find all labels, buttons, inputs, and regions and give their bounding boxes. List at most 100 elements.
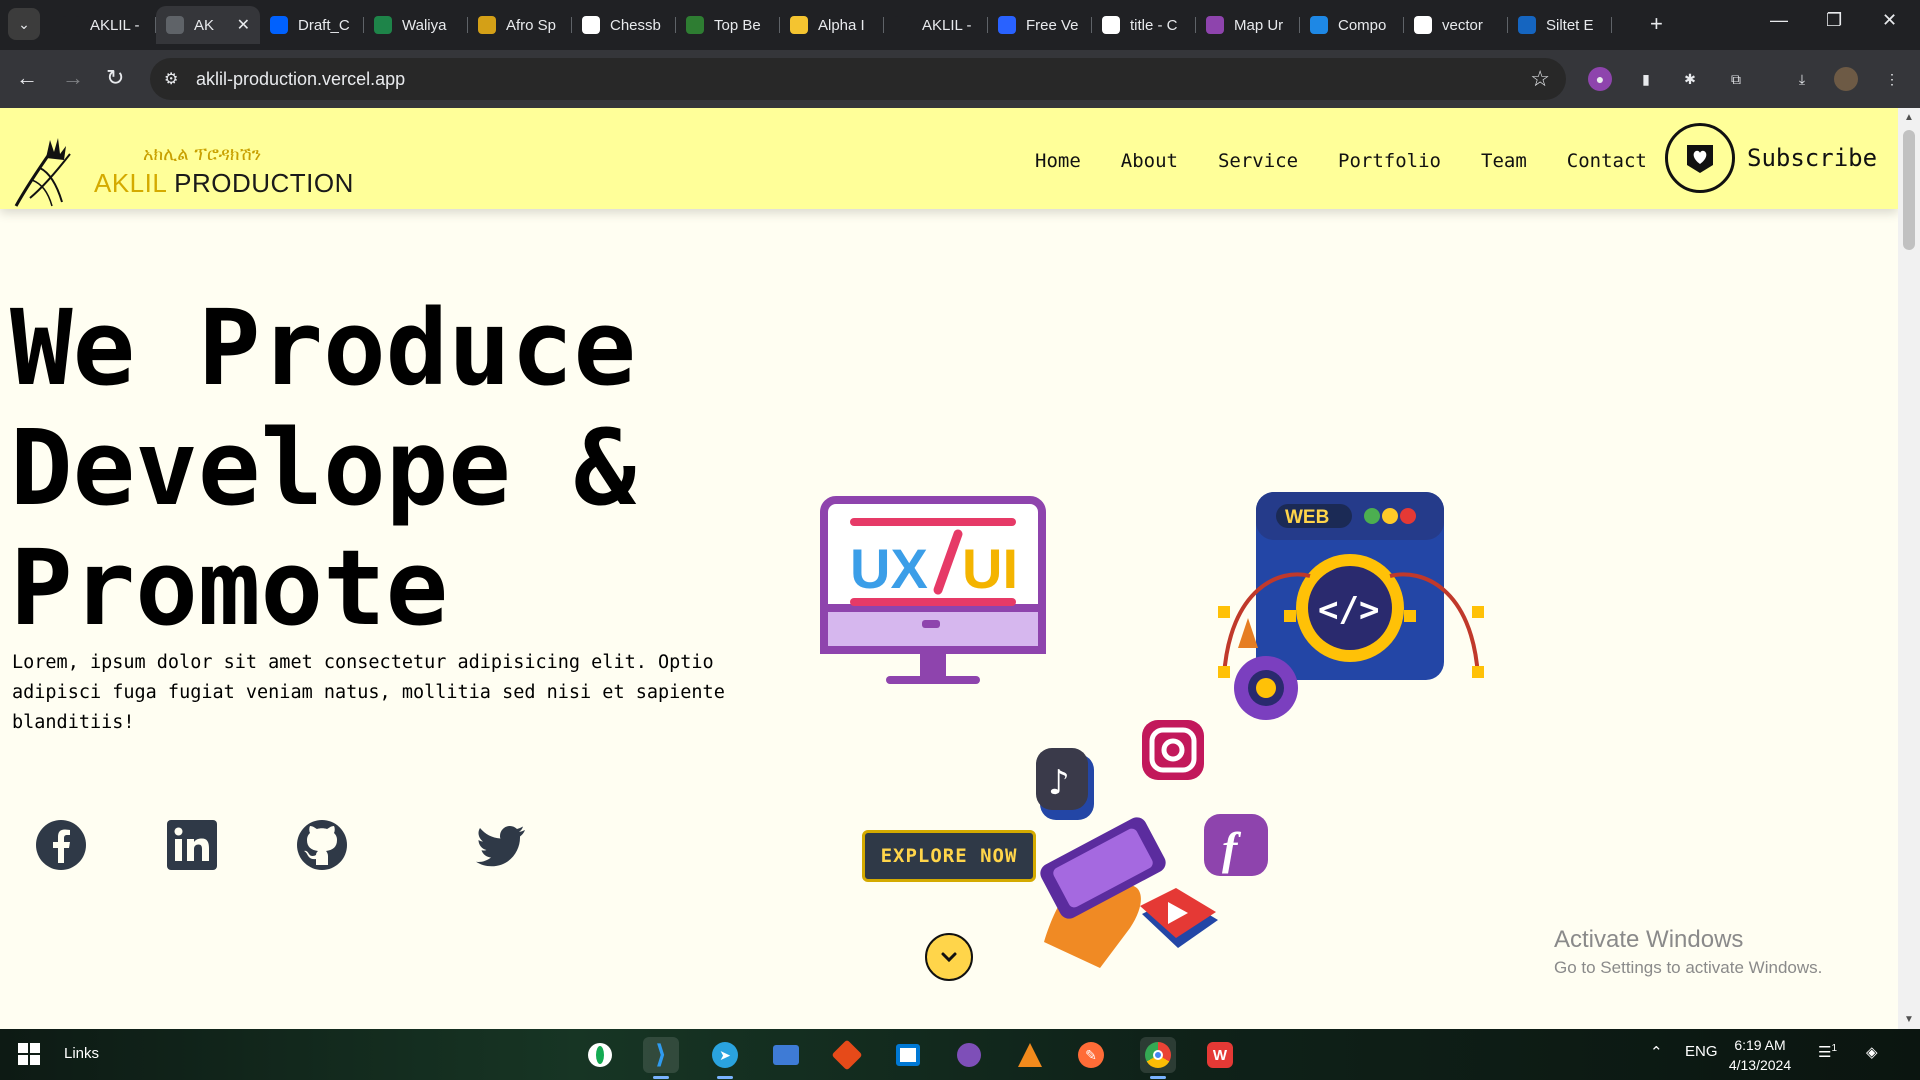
tab-search-button[interactable]: ⌄ xyxy=(8,8,40,40)
ux-ui-monitor-icon: UX UI xyxy=(820,496,1046,684)
extension-mouse-icon[interactable]: ▮ xyxy=(1634,67,1658,91)
nav-service[interactable]: Service xyxy=(1218,150,1298,172)
brand-name[interactable]: AKLIL PRODUCTION xyxy=(94,168,354,199)
minimize-button[interactable]: — xyxy=(1770,10,1788,31)
tab-title: AKLIL - xyxy=(922,16,972,34)
close-window-button[interactable]: ✕ xyxy=(1882,10,1897,31)
copilot-icon[interactable]: ◈ xyxy=(1866,1043,1878,1061)
profile-avatar[interactable] xyxy=(1834,67,1858,91)
plus-icon: + xyxy=(1650,11,1663,36)
restore-button[interactable]: ❐ xyxy=(1826,10,1842,31)
taskbar-clock[interactable]: 6:19 AM 4/13/2024 xyxy=(1720,1035,1800,1075)
browser-tab[interactable]: Chessb xyxy=(572,6,676,44)
forward-button[interactable]: → xyxy=(62,64,84,92)
explore-now-button[interactable]: EXPLORE NOW xyxy=(862,830,1036,882)
tab-favicon-icon xyxy=(1518,16,1536,34)
download-icon[interactable]: ⤓ xyxy=(1790,67,1814,91)
scroll-down-button[interactable] xyxy=(925,933,973,981)
nav-team[interactable]: Team xyxy=(1481,150,1527,172)
tab-favicon-icon xyxy=(1206,16,1224,34)
notification-count: 1 xyxy=(1831,1043,1838,1054)
crown-feather-logo[interactable] xyxy=(12,128,74,208)
nav-home[interactable]: Home xyxy=(1035,150,1081,172)
new-tab-button[interactable]: + xyxy=(1650,12,1663,36)
tray-overflow-chevron-icon[interactable]: ⌃ xyxy=(1650,1043,1663,1061)
subscribe-button[interactable]: Subscribe xyxy=(1665,123,1877,193)
extensions-puzzle-icon[interactable]: ⧉ xyxy=(1724,67,1748,91)
tab-close-icon[interactable]: ✕ xyxy=(237,15,250,35)
reload-button[interactable]: ↻ xyxy=(106,64,124,92)
windows-start-icon[interactable] xyxy=(18,1043,40,1065)
taskbar-app-store-icon[interactable] xyxy=(890,1037,926,1073)
browser-tab[interactable]: Draft_C xyxy=(260,6,364,44)
browser-tab[interactable]: Afro Sp xyxy=(468,6,572,44)
clock-date: 4/13/2024 xyxy=(1728,1057,1792,1073)
page-viewport: አክሊል ፕሮዳክሽን AKLIL PRODUCTION Home About … xyxy=(0,108,1898,1029)
nav-about[interactable]: About xyxy=(1121,150,1178,172)
browser-tab[interactable]: Map Ur xyxy=(1196,6,1300,44)
taskbar-app-chrome-icon[interactable] xyxy=(1140,1037,1176,1079)
github-icon[interactable] xyxy=(296,819,348,871)
taskbar-app-git-icon[interactable] xyxy=(829,1037,865,1073)
brand-name-part1: AKLIL xyxy=(94,168,167,198)
browser-tab[interactable]: Top Be xyxy=(676,6,780,44)
scrollbar-thumb[interactable] xyxy=(1903,130,1915,250)
tab-title: Draft_C xyxy=(298,16,350,34)
taskbar-app-vscode-icon[interactable]: ⟩ xyxy=(643,1037,679,1079)
links-toolbar-label[interactable]: Links xyxy=(64,1045,99,1062)
tab-title: Afro Sp xyxy=(506,16,557,34)
tab-title: Free Ve xyxy=(1026,16,1078,34)
nav-contact[interactable]: Contact xyxy=(1567,150,1647,172)
tab-title: Alpha I xyxy=(818,16,865,34)
linkedin-icon[interactable] xyxy=(166,819,218,871)
tray-language[interactable]: ENG xyxy=(1685,1043,1718,1060)
scroll-up-arrow-icon[interactable]: ▲ xyxy=(1904,112,1914,123)
nav-portfolio[interactable]: Portfolio xyxy=(1338,150,1441,172)
browser-tab[interactable]: Waliya xyxy=(364,6,468,44)
tab-favicon-icon xyxy=(1310,16,1328,34)
brand-name-part2: PRODUCTION xyxy=(174,168,354,198)
tab-favicon-icon xyxy=(62,16,80,34)
web-label: WEB xyxy=(1285,507,1329,528)
browser-tab[interactable]: Free Ve xyxy=(988,6,1092,44)
tab-title: vector xyxy=(1442,16,1483,34)
bookmark-star-icon[interactable]: ☆ xyxy=(1530,66,1550,92)
activate-windows-subtitle: Go to Settings to activate Windows. xyxy=(1554,958,1823,977)
browser-tab[interactable]: AK ✕ xyxy=(156,6,260,44)
url-text: aklil-production.vercel.app xyxy=(196,69,406,89)
browser-tab[interactable]: Siltet E xyxy=(1508,6,1612,44)
scroll-down-arrow-icon[interactable]: ▼ xyxy=(1904,1014,1914,1025)
tab-title: Compo xyxy=(1338,16,1387,34)
browser-tab[interactable]: Alpha I xyxy=(780,6,884,44)
browser-tab[interactable]: AKLIL - xyxy=(52,6,156,44)
site-info-icon[interactable]: ⚙ xyxy=(164,69,178,89)
tab-favicon-icon xyxy=(166,16,184,34)
site-header: አክሊል ፕሮዳክሽን AKLIL PRODUCTION Home About … xyxy=(0,108,1898,209)
extension-bug-icon[interactable]: ✱ xyxy=(1678,67,1702,91)
twitter-icon[interactable] xyxy=(476,819,528,871)
address-bar[interactable]: ⚙ aklil-production.vercel.app ☆ xyxy=(150,58,1566,100)
browser-tab[interactable]: title - C xyxy=(1092,6,1196,44)
taskbar-app-tor-icon[interactable] xyxy=(951,1037,987,1073)
taskbar-app-wps-icon[interactable]: W xyxy=(1202,1037,1238,1073)
fiverr-f-icon: f xyxy=(1204,814,1268,876)
back-button[interactable]: ← xyxy=(16,64,38,92)
browser-tab[interactable]: Compo xyxy=(1300,6,1404,44)
taskbar-app-postman-icon[interactable]: ✎ xyxy=(1073,1037,1109,1073)
taskbar-app-vlc-icon[interactable] xyxy=(1012,1037,1048,1073)
taskbar-app-mongodb-icon[interactable] xyxy=(582,1037,618,1073)
page-scrollbar[interactable]: ▲ ▼ xyxy=(1898,108,1920,1029)
taskbar-app-telegram-icon[interactable]: ➤ xyxy=(707,1037,743,1079)
web-code-window-icon: WEB </> xyxy=(1218,492,1484,680)
tab-favicon-icon xyxy=(270,16,288,34)
browser-tab[interactable]: AKLIL - xyxy=(884,6,988,44)
facebook-icon[interactable] xyxy=(35,819,87,871)
extension-icon[interactable]: ● xyxy=(1588,67,1612,91)
menu-kebab-icon[interactable]: ⋮ xyxy=(1880,67,1904,91)
taskbar-app-explorer-icon[interactable] xyxy=(768,1037,804,1073)
notification-center-icon[interactable]: ☰1 xyxy=(1818,1043,1837,1061)
browser-tab[interactable]: vector xyxy=(1404,6,1508,44)
main-nav: Home About Service Portfolio Team Contac… xyxy=(1035,150,1687,172)
arrow-left-icon: ← xyxy=(16,65,38,90)
tab-favicon-icon xyxy=(582,16,600,34)
